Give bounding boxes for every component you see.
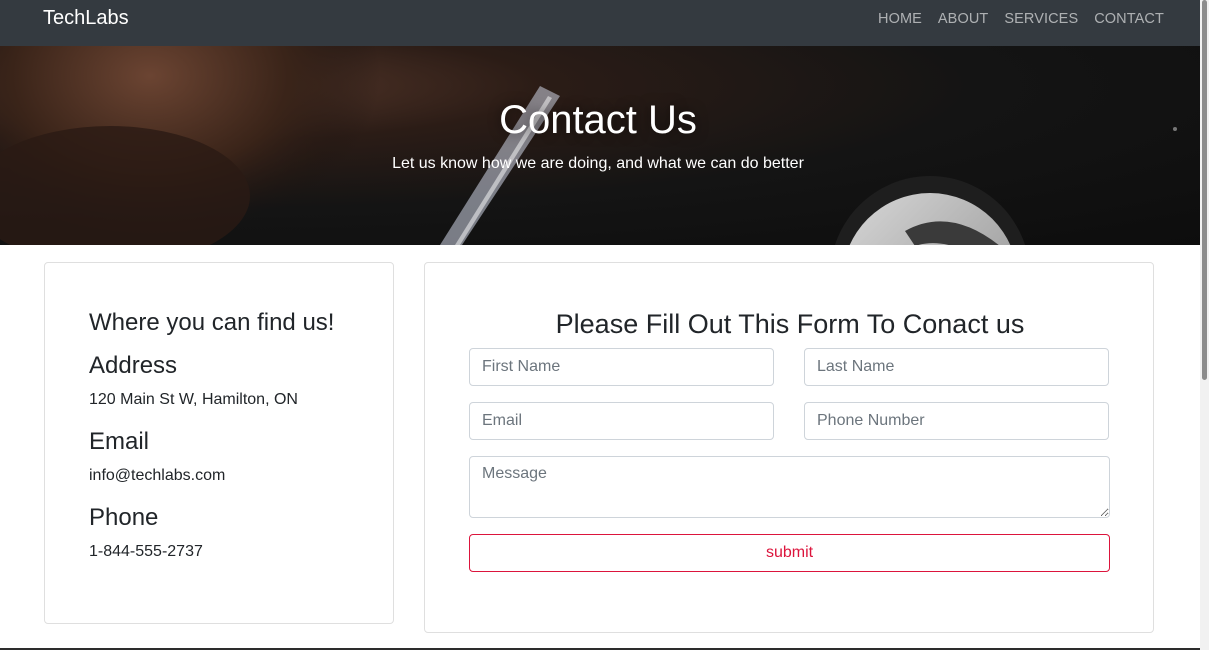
message-textarea[interactable] xyxy=(469,456,1110,518)
phone-input[interactable] xyxy=(804,402,1109,440)
hero-banner: Contact Us Let us know how we are doing,… xyxy=(0,46,1200,245)
submit-button[interactable]: submit xyxy=(469,534,1110,572)
nav-link-about[interactable]: ABOUT xyxy=(938,11,988,27)
email-label: Email xyxy=(89,428,150,455)
address-label: Address xyxy=(89,352,178,379)
phone-value: 1-844-555-2737 xyxy=(89,543,203,560)
page-subtitle: Let us know how we are doing, and what w… xyxy=(392,155,804,172)
navbar: TechLabs HOME ABOUT SERVICES CONTACT xyxy=(0,0,1200,46)
address-value: 120 Main St W, Hamilton, ON xyxy=(89,391,298,408)
nav-link-services[interactable]: SERVICES xyxy=(1004,11,1078,27)
scrollbar-thumb[interactable] xyxy=(1202,0,1207,380)
contact-info-card: Where you can find us! Address 120 Main … xyxy=(44,262,394,624)
page-title: Contact Us xyxy=(499,98,697,142)
email-input[interactable] xyxy=(469,402,774,440)
nav-link-contact[interactable]: CONTACT xyxy=(1094,11,1164,27)
brand-logo[interactable]: TechLabs xyxy=(43,7,129,30)
form-title: Please Fill Out This Form To Conact us xyxy=(555,309,1025,339)
email-value: info@techlabs.com xyxy=(89,467,226,484)
contact-form-card: Please Fill Out This Form To Conact us s… xyxy=(424,262,1154,633)
hero-background-image xyxy=(0,46,1177,245)
last-name-input[interactable] xyxy=(804,348,1109,386)
phone-label: Phone xyxy=(89,504,159,531)
info-heading: Where you can find us! xyxy=(89,309,335,336)
nav-links: HOME ABOUT SERVICES CONTACT xyxy=(878,11,1180,27)
nav-link-home[interactable]: HOME xyxy=(878,11,922,27)
first-name-input[interactable] xyxy=(469,348,774,386)
